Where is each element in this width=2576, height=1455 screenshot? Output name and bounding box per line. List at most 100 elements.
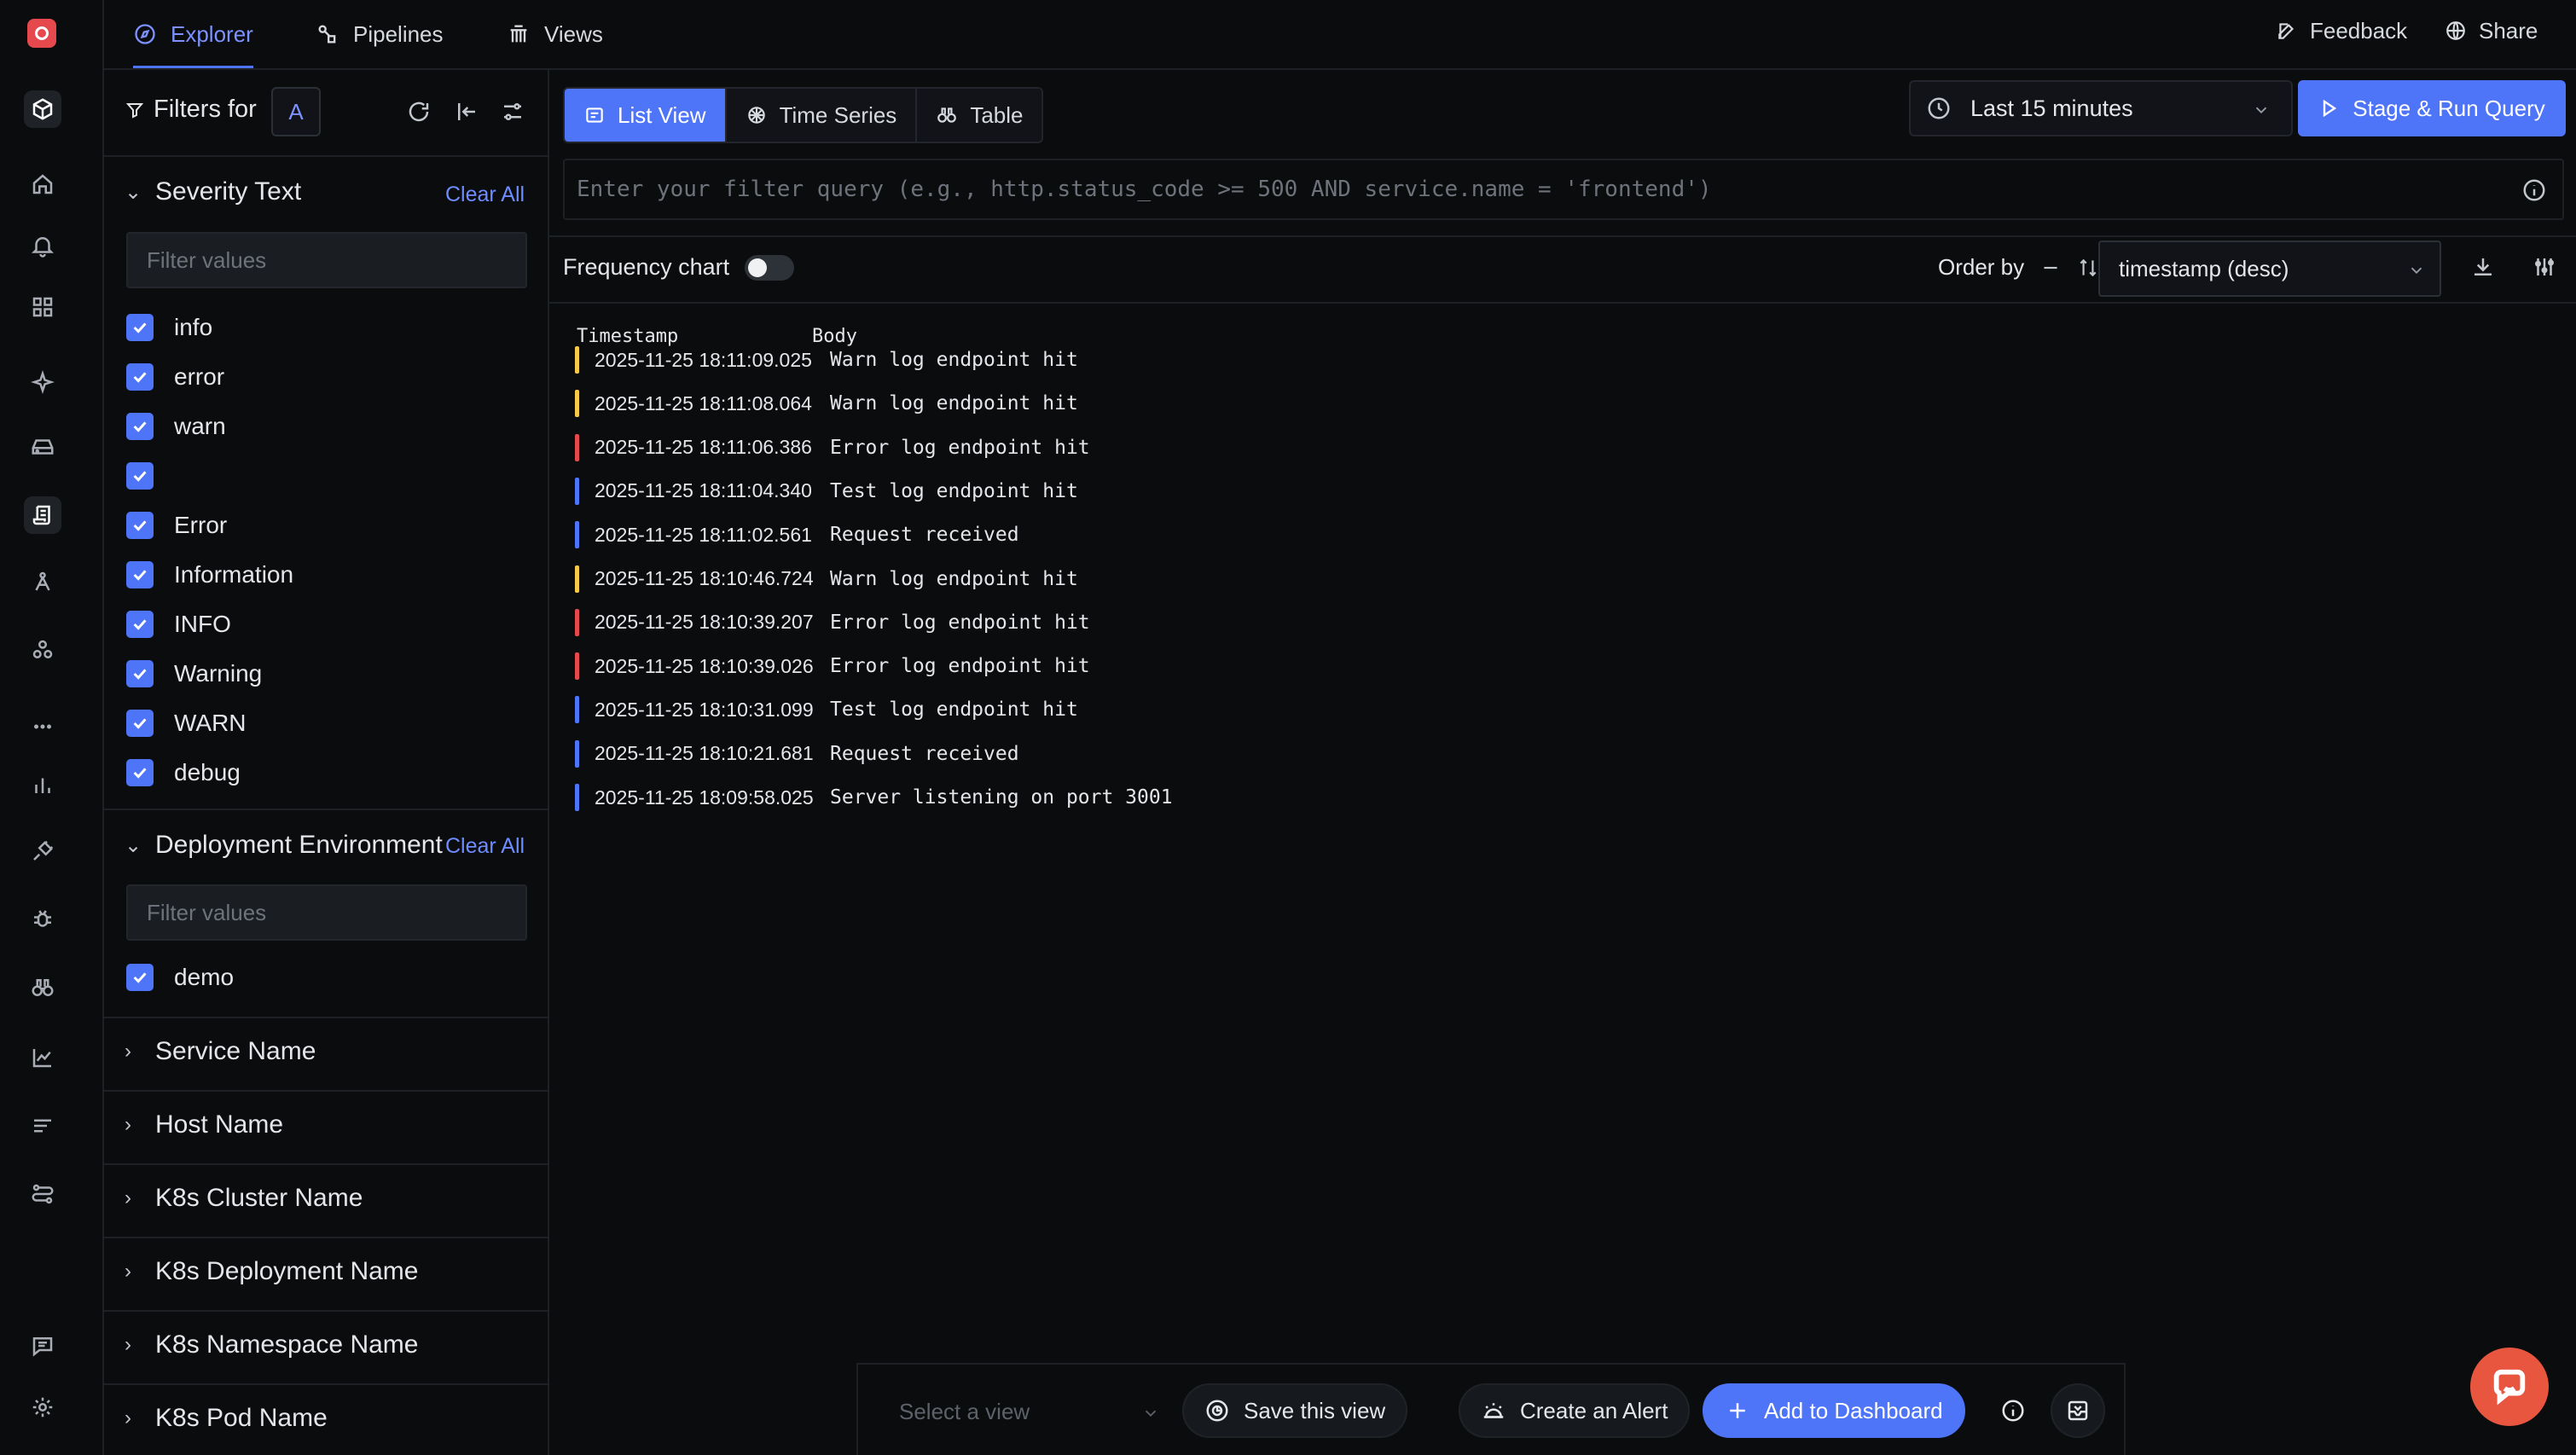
stage-run-query-button[interactable]: Stage & Run Query (2298, 80, 2566, 136)
tab-views[interactable]: Views (507, 0, 603, 68)
deployment-env-section-toggle[interactable]: ⌄ Deployment Environment (125, 831, 443, 860)
checkbox-checked-icon[interactable] (126, 611, 154, 638)
pipelines-list-icon[interactable] (24, 1107, 61, 1145)
checkbox-checked-icon[interactable] (126, 462, 154, 490)
explorer-cube-icon[interactable] (24, 90, 61, 128)
column-settings-icon[interactable] (2532, 254, 2557, 280)
alerts-bell-icon[interactable] (24, 227, 61, 264)
collapsed-filter-section[interactable]: › K8s Deployment Name (104, 1237, 548, 1310)
severity-indicator (575, 390, 579, 418)
workflow-icon[interactable] (24, 1175, 61, 1213)
order-by-select[interactable]: timestamp (desc) (2098, 241, 2441, 297)
more-ellipsis-icon[interactable] (24, 708, 61, 745)
select-view-dropdown[interactable]: Select a view (899, 1394, 1160, 1429)
filter-value-row[interactable]: Error (126, 508, 227, 542)
log-row[interactable]: 2025-11-25 18:11:08.064 Warn log endpoint… (575, 386, 1078, 420)
log-timestamp: 2025-11-25 18:10:39.026 (595, 654, 814, 677)
collapsed-filter-section[interactable]: › K8s Pod Name (104, 1383, 548, 1455)
download-icon[interactable] (2470, 254, 2496, 280)
collapse-panel-icon[interactable] (454, 99, 479, 125)
filter-value-row[interactable]: Information (126, 558, 293, 592)
services-nodes-icon[interactable] (24, 631, 61, 669)
filter-value-row[interactable] (126, 459, 174, 493)
severity-clear-all-link[interactable]: Clear All (445, 183, 525, 207)
tab-explorer[interactable]: Explorer (133, 0, 253, 68)
plus-icon (1730, 1403, 1745, 1418)
log-row[interactable]: 2025-11-25 18:11:06.386 Error log endpoin… (575, 431, 1090, 465)
checkbox-checked-icon[interactable] (126, 964, 154, 991)
messages-icon[interactable] (24, 1327, 61, 1365)
checkbox-checked-icon[interactable] (126, 413, 154, 440)
tab-time-series[interactable]: Time Series (726, 89, 918, 142)
order-by-value: timestamp (desc) (2119, 255, 2289, 281)
collapsed-filter-section[interactable]: › Service Name (104, 1017, 548, 1090)
filter-value-row[interactable]: error (126, 360, 224, 394)
tab-list-view[interactable]: List View (565, 89, 727, 142)
query-badge[interactable]: A (271, 87, 321, 136)
toggle-panel-icon[interactable] (2051, 1383, 2105, 1438)
integrations-plug-icon[interactable] (24, 832, 61, 870)
share-button[interactable]: Share (2445, 0, 2538, 61)
infrastructure-drive-icon[interactable] (24, 428, 61, 466)
dashboards-grid-icon[interactable] (24, 288, 61, 326)
filter-value-demo[interactable]: demo (126, 960, 234, 994)
checkbox-checked-icon[interactable] (126, 561, 154, 588)
feedback-button[interactable]: Feedback (2276, 0, 2407, 61)
checkbox-checked-icon[interactable] (126, 759, 154, 786)
log-row[interactable]: 2025-11-25 18:11:02.561 Request received (575, 518, 1019, 552)
log-row[interactable]: 2025-11-25 18:10:39.026 Error log endpoin… (575, 649, 1090, 683)
tab-pipelines[interactable]: Pipelines (316, 0, 444, 68)
ai-sparkle-icon[interactable] (24, 363, 61, 401)
log-row[interactable]: 2025-11-25 18:10:21.681 Request received (575, 737, 1019, 771)
collapsed-filter-section[interactable]: › K8s Namespace Name (104, 1310, 548, 1383)
checkbox-checked-icon[interactable] (126, 512, 154, 539)
support-chat-button[interactable] (2470, 1348, 2549, 1426)
refresh-icon[interactable] (406, 99, 432, 125)
log-row[interactable]: 2025-11-25 18:11:04.340 Test log endpoint… (575, 474, 1078, 508)
info-icon[interactable] (2521, 177, 2547, 203)
checkbox-checked-icon[interactable] (126, 363, 154, 391)
binoculars-icon[interactable] (24, 969, 61, 1006)
traces-icon[interactable] (24, 563, 61, 600)
log-timestamp: 2025-11-25 18:10:46.724 (595, 567, 814, 589)
filter-value-row[interactable]: WARN (126, 706, 247, 740)
add-to-dashboard-button[interactable]: Add to Dashboard (1703, 1383, 1965, 1438)
log-row[interactable]: 2025-11-25 18:11:09.025 Warn log endpoint… (575, 343, 1078, 377)
collapsed-filter-section[interactable]: › K8s Cluster Name (104, 1163, 548, 1237)
checkbox-checked-icon[interactable] (126, 660, 154, 687)
deployment-clear-all-link[interactable]: Clear All (445, 834, 525, 859)
frequency-chart-toggle[interactable] (745, 254, 795, 281)
filter-value-row[interactable]: INFO (126, 607, 231, 641)
sort-icon[interactable] (2077, 257, 2099, 279)
filter-value-row[interactable]: Warning (126, 657, 262, 691)
create-alert-button[interactable]: Create an Alert (1459, 1383, 1691, 1438)
time-range-value: Last 15 minutes (1970, 95, 2133, 121)
save-view-button[interactable]: Save this view (1182, 1383, 1408, 1438)
tab-table[interactable]: Table (917, 89, 1042, 142)
home-icon[interactable] (24, 165, 61, 203)
log-row[interactable]: 2025-11-25 18:10:31.099 Test log endpoint… (575, 693, 1078, 727)
time-range-select[interactable]: Last 15 minutes (1909, 80, 2293, 136)
logs-scroll-icon[interactable] (24, 496, 61, 534)
filter-settings-icon[interactable] (500, 99, 525, 125)
log-row[interactable]: 2025-11-25 18:10:46.724 Warn log endpoint… (575, 562, 1078, 596)
severity-filter-input[interactable]: Filter values (126, 232, 527, 288)
app-logo[interactable] (27, 19, 56, 48)
filter-value-row[interactable]: info (126, 310, 212, 345)
severity-text-section-toggle[interactable]: ⌄ Severity Text (125, 177, 301, 206)
metrics-bar-chart-icon[interactable] (24, 766, 61, 803)
settings-gear-icon[interactable] (24, 1388, 61, 1426)
filter-value-row[interactable]: warn (126, 409, 226, 443)
time-series-icon (747, 107, 765, 124)
line-chart-icon[interactable] (24, 1039, 61, 1076)
log-row[interactable]: 2025-11-25 18:09:58.025 Server listening … (575, 780, 1173, 814)
deployment-filter-input[interactable]: Filter values (126, 884, 527, 941)
checkbox-checked-icon[interactable] (126, 314, 154, 341)
filter-query-input[interactable]: Enter your filter query (e.g., http.stat… (563, 159, 2564, 220)
checkbox-checked-icon[interactable] (126, 710, 154, 737)
collapsed-filter-section[interactable]: › Host Name (104, 1090, 548, 1163)
log-row[interactable]: 2025-11-25 18:10:39.207 Error log endpoin… (575, 606, 1090, 640)
exceptions-bug-icon[interactable] (24, 901, 61, 938)
info-icon[interactable] (1986, 1383, 2040, 1438)
filter-value-row[interactable]: debug (126, 756, 241, 790)
